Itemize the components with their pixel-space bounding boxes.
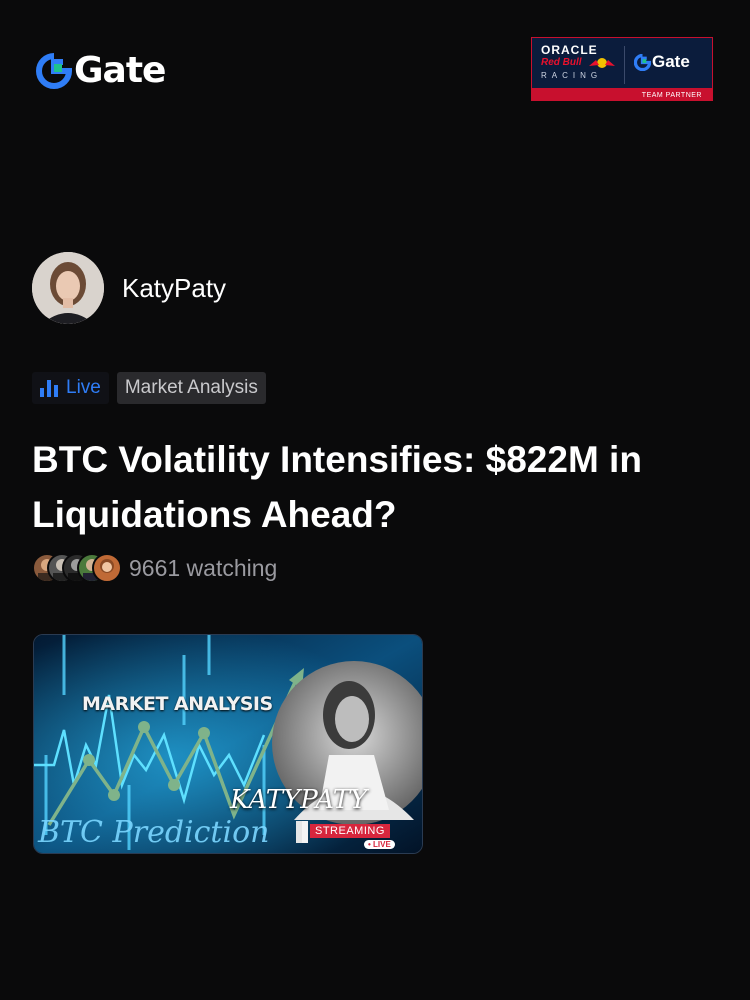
gate-logo[interactable]: Gate [36,50,166,91]
thumbnail-streamer: KATYPATY [230,785,368,815]
partner-divider [624,46,625,84]
author-name[interactable]: KatyPaty [122,273,226,304]
watching-row: 9661 watching [32,553,277,583]
viewer-avatar [92,553,122,583]
topic-tag[interactable]: Market Analysis [116,372,266,404]
live-tag[interactable]: Live [32,372,109,404]
user-photo-icon [32,252,104,324]
watching-count: 9661 watching [129,554,278,581]
partner-oracle-text: ORACLE [541,43,598,57]
thumbnail-subtitle: BTC Prediction [38,815,270,850]
partner-badge[interactable]: ORACLE Red Bull RACING Gate TEAM PARTNER [531,37,713,101]
gate-logo-icon [634,53,651,71]
partner-gate-logo: Gate [634,52,690,72]
live-pill: • LIVE [364,840,395,849]
viewer-avatars [32,553,122,583]
tag-row: Live Market Analysis [32,372,266,404]
topic-tag-label: Market Analysis [124,377,258,398]
partner-racing-text: RACING [541,71,603,80]
author-row[interactable]: KatyPaty [32,252,226,324]
redbull-bulls-icon [589,58,615,68]
partner-gate-text: Gate [652,52,690,71]
thumbnail-heading: MARKET ANALYSIS [82,693,273,715]
avatar[interactable] [32,252,104,324]
gate-logo-text: Gate [74,50,166,91]
stream-thumbnail[interactable]: MARKET ANALYSIS BTC Prediction KATYPATY … [33,634,423,854]
partner-caption: TEAM PARTNER [641,92,702,99]
live-bars-icon [40,379,58,397]
post-title[interactable]: BTC Volatility Intensifies: $822M in Liq… [32,432,722,542]
streaming-badge: STREAMING [310,824,390,838]
live-tag-label: Live [66,377,101,398]
gate-logo-icon [36,52,72,89]
partner-redbull-text: Red Bull [541,57,582,68]
